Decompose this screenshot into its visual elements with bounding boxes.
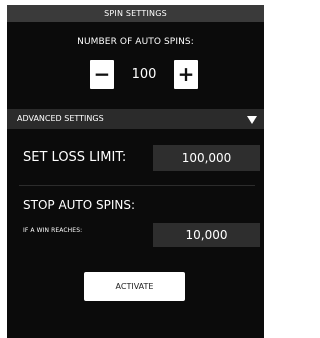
- increment-spins-button[interactable]: +: [174, 60, 198, 89]
- activate-button[interactable]: ACTIVATE: [84, 272, 185, 301]
- advanced-settings-toggle[interactable]: ADVANCED SETTINGS: [7, 109, 264, 129]
- loss-limit-label: SET LOSS LIMIT:: [23, 150, 127, 165]
- section-divider: [19, 185, 255, 186]
- panel-header: SPIN SETTINGS: [7, 5, 264, 22]
- triangle-down-icon: [247, 116, 257, 124]
- panel-title: SPIN SETTINGS: [104, 9, 167, 18]
- minus-icon: −: [93, 62, 111, 86]
- win-reaches-label: IF A WIN REACHES:: [23, 227, 83, 234]
- auto-spins-label: NUMBER OF AUTO SPINS:: [77, 37, 194, 47]
- auto-spins-value: 100: [131, 67, 157, 82]
- plus-icon: +: [177, 62, 195, 86]
- decrement-spins-button[interactable]: −: [90, 60, 114, 89]
- spin-settings-panel: SPIN SETTINGS NUMBER OF AUTO SPINS: − 10…: [7, 5, 264, 338]
- activate-label: ACTIVATE: [115, 282, 154, 291]
- win-limit-field[interactable]: 10,000: [153, 223, 260, 247]
- loss-limit-field[interactable]: 100,000: [153, 145, 260, 171]
- advanced-settings-label: ADVANCED SETTINGS: [17, 114, 104, 123]
- stop-auto-spins-label: STOP AUTO SPINS:: [23, 198, 136, 212]
